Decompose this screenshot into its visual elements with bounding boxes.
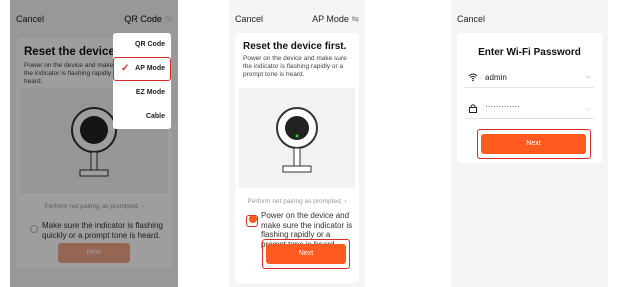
page-title: Reset the device first. [243,41,347,52]
cancel-button[interactable]: Cancel [457,14,485,24]
ssid-field[interactable]: admin ⇋ [465,66,594,88]
highlight-ap-mode [113,57,171,81]
mode-selector[interactable]: AP Mode ⇋ [312,14,359,25]
page-title: Enter Wi-Fi Password [478,47,581,58]
highlight-next [262,239,350,269]
screen-qr-code: Cancel QR Code ⇋ Reset the device firs P… [10,0,178,287]
reset-card: Reset the device first. Power on the dev… [235,33,359,283]
pairing-link[interactable]: Perform net pairing as prompted. › [235,198,359,205]
lock-icon [469,104,477,113]
wifi-icon [468,73,478,82]
wifi-card: Enter Wi-Fi Password admin ⇋ ···········… [457,33,602,163]
screen-ap-mode: Cancel AP Mode ⇋ Reset the device first.… [229,0,365,287]
menu-item-ez-mode[interactable]: EZ Mode [113,81,171,105]
swap-icon: ⇋ [351,14,359,24]
password-value: ············· [485,102,520,111]
swap-icon[interactable]: ⇋ [585,73,591,81]
highlight-checkbox [246,215,258,227]
reset-description: Power on the device and make sure the in… [243,55,347,78]
menu-item-cable[interactable]: Cable [113,105,171,129]
mode-label: AP Mode [312,14,349,24]
mode-menu: QR Code ✓ AP Mode EZ Mode Cable [113,33,171,129]
mode-selector-front[interactable]: QR Code ⇋ [124,14,172,25]
menu-item-qr-code[interactable]: QR Code [113,33,171,57]
highlight-next [477,129,591,159]
screen-wifi-password: Cancel Enter Wi-Fi Password admin ⇋ ····… [451,0,608,287]
swap-icon: ⇋ [164,14,172,24]
ssid-value: admin [485,73,507,82]
camera-icon [276,107,318,173]
cancel-button[interactable]: Cancel [235,14,263,24]
password-field[interactable]: ············· ◡ [465,97,594,119]
camera-illustration [239,88,355,188]
eye-icon[interactable]: ◡ [585,104,591,112]
